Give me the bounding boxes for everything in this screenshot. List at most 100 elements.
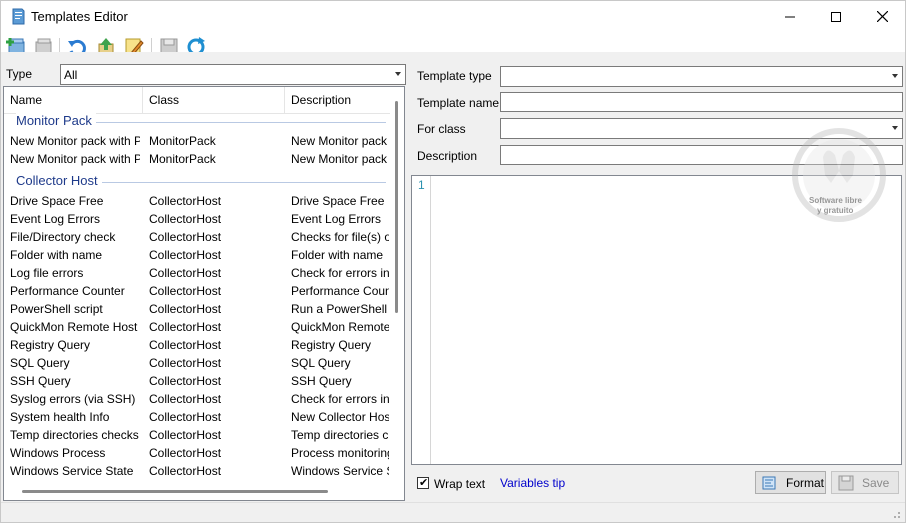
cell-class: CollectorHost <box>149 464 222 478</box>
title-bar[interactable]: Templates Editor <box>1 1 905 32</box>
group-title: Monitor Pack <box>16 113 96 128</box>
minimize-button[interactable] <box>767 1 813 32</box>
cell-class: CollectorHost <box>149 446 222 460</box>
cell-description: Process monitoring <box>291 446 389 460</box>
cell-description: Check for errors in a <box>291 266 389 280</box>
list-item[interactable]: Folder with name CollectorHost Folder wi… <box>4 246 390 264</box>
format-icon <box>762 475 778 491</box>
cell-name: New Monitor pack with P... <box>10 134 140 148</box>
group-title: Collector Host <box>16 173 102 188</box>
template-list-pane: Type All Name Class Description Monitor … <box>1 61 407 502</box>
templates-editor-window: Templates Editor Type All Name Class Des… <box>0 0 906 523</box>
cell-class: CollectorHost <box>149 248 222 262</box>
format-button[interactable]: Format <box>755 471 826 494</box>
format-button-label: Format <box>786 475 825 490</box>
cell-name: Performance Counter <box>10 284 125 298</box>
cell-description: Check for errors in Sy <box>291 392 389 406</box>
column-header-name[interactable]: Name <box>4 87 143 114</box>
template-type-select[interactable] <box>500 66 903 87</box>
type-filter-select[interactable]: All <box>60 64 406 85</box>
cell-class: CollectorHost <box>149 302 222 316</box>
cell-name: SSH Query <box>10 374 71 388</box>
cell-description: SSH Query <box>291 374 352 388</box>
checkmark-icon: ✔ <box>419 477 429 489</box>
list-item[interactable]: QuickMon Remote Host ... CollectorHost Q… <box>4 318 390 336</box>
cell-class: CollectorHost <box>149 374 222 388</box>
template-name-label: Template name <box>417 96 500 110</box>
cell-class: MonitorPack <box>149 134 216 148</box>
save-icon <box>838 475 854 491</box>
cell-name: SQL Query <box>10 356 70 370</box>
description-label: Description <box>417 149 478 163</box>
wrap-text-label[interactable]: Wrap text <box>434 477 485 491</box>
cell-name: PowerShell script <box>10 302 103 316</box>
cell-name: QuickMon Remote Host ... <box>10 320 140 334</box>
vertical-scrollbar[interactable] <box>395 101 398 313</box>
cell-name: Temp directories checks <box>10 428 139 442</box>
save-button[interactable]: Save <box>831 471 899 494</box>
cell-name: Syslog errors (via SSH) <box>10 392 136 406</box>
column-header-description[interactable]: Description <box>285 87 390 114</box>
cell-description: New Monitor pack w <box>291 152 389 166</box>
line-number-gutter: 1 <box>412 176 431 464</box>
variables-tip-link[interactable]: Variables tip <box>500 476 565 490</box>
maximize-icon <box>831 11 841 22</box>
cell-name: System health Info <box>10 410 110 424</box>
cell-description: Performance Counte <box>291 284 389 298</box>
template-list[interactable]: Name Class Description Monitor Pack New … <box>3 86 405 501</box>
group-header[interactable]: Monitor Pack <box>4 112 390 130</box>
cell-class: CollectorHost <box>149 410 222 424</box>
cell-class: CollectorHost <box>149 428 222 442</box>
list-item[interactable]: Event Log Errors CollectorHost Event Log… <box>4 210 390 228</box>
list-item[interactable]: Syslog errors (via SSH) CollectorHost Ch… <box>4 390 390 408</box>
list-item[interactable]: PowerShell script CollectorHost Run a Po… <box>4 300 390 318</box>
for-class-label: For class <box>417 122 466 136</box>
list-item[interactable]: Temp directories checks CollectorHost Te… <box>4 426 390 444</box>
cell-description: New Collector Host w <box>291 410 389 424</box>
cell-description: Drive Space Free <box>291 194 385 208</box>
list-item[interactable]: Performance Counter CollectorHost Perfor… <box>4 282 390 300</box>
type-filter-label: Type <box>6 67 33 81</box>
cell-description: Registry Query <box>291 338 372 352</box>
cell-class: CollectorHost <box>149 230 222 244</box>
list-item[interactable]: Log file errors CollectorHost Check for … <box>4 264 390 282</box>
line-number: 1 <box>418 178 425 192</box>
type-filter-value: All <box>64 68 78 82</box>
list-item[interactable]: Drive Space Free CollectorHost Drive Spa… <box>4 192 390 210</box>
cell-name: Drive Space Free <box>10 194 104 208</box>
cell-class: CollectorHost <box>149 356 222 370</box>
cell-description: Folder with name <box>291 248 384 262</box>
list-item[interactable]: System health Info CollectorHost New Col… <box>4 408 390 426</box>
cell-name: Windows Service State <box>10 464 134 478</box>
horizontal-scrollbar[interactable] <box>22 490 328 493</box>
cell-class: CollectorHost <box>149 392 222 406</box>
list-item[interactable]: SSH Query CollectorHost SSH Query <box>4 372 390 390</box>
wrap-text-checkbox[interactable]: ✔ <box>417 477 429 489</box>
list-item[interactable]: SQL Query CollectorHost SQL Query <box>4 354 390 372</box>
list-item[interactable]: File/Directory check CollectorHost Check… <box>4 228 390 246</box>
close-button[interactable] <box>859 1 905 32</box>
list-item[interactable]: New Monitor pack with P... MonitorPack N… <box>4 132 390 150</box>
cell-name: File/Directory check <box>10 230 116 244</box>
resize-grip-icon[interactable] <box>891 509 901 519</box>
cell-class: CollectorHost <box>149 212 222 226</box>
cell-name: Event Log Errors <box>10 212 101 226</box>
cell-class: MonitorPack <box>149 152 216 166</box>
watermark-text: y gratuito <box>817 206 854 215</box>
cell-description: New Monitor pack w <box>291 134 389 148</box>
list-item[interactable]: Windows Process CollectorHost Process mo… <box>4 444 390 462</box>
cell-description: Temp directories che <box>291 428 389 442</box>
list-item[interactable]: Windows Service State CollectorHost Wind… <box>4 462 390 480</box>
cell-class: CollectorHost <box>149 284 222 298</box>
status-bar <box>1 502 905 522</box>
column-header-class[interactable]: Class <box>143 87 285 114</box>
list-item[interactable]: Registry Query CollectorHost Registry Qu… <box>4 336 390 354</box>
cell-description: Checks for file(s) or d <box>291 230 389 244</box>
app-icon <box>12 8 25 25</box>
cell-description: SQL Query <box>291 356 351 370</box>
watermark-text: Software libre <box>809 196 862 205</box>
group-header[interactable]: Collector Host <box>4 172 390 190</box>
maximize-button[interactable] <box>813 1 859 32</box>
template-name-input[interactable] <box>500 92 903 112</box>
list-item[interactable]: New Monitor pack with P... MonitorPack N… <box>4 150 390 168</box>
